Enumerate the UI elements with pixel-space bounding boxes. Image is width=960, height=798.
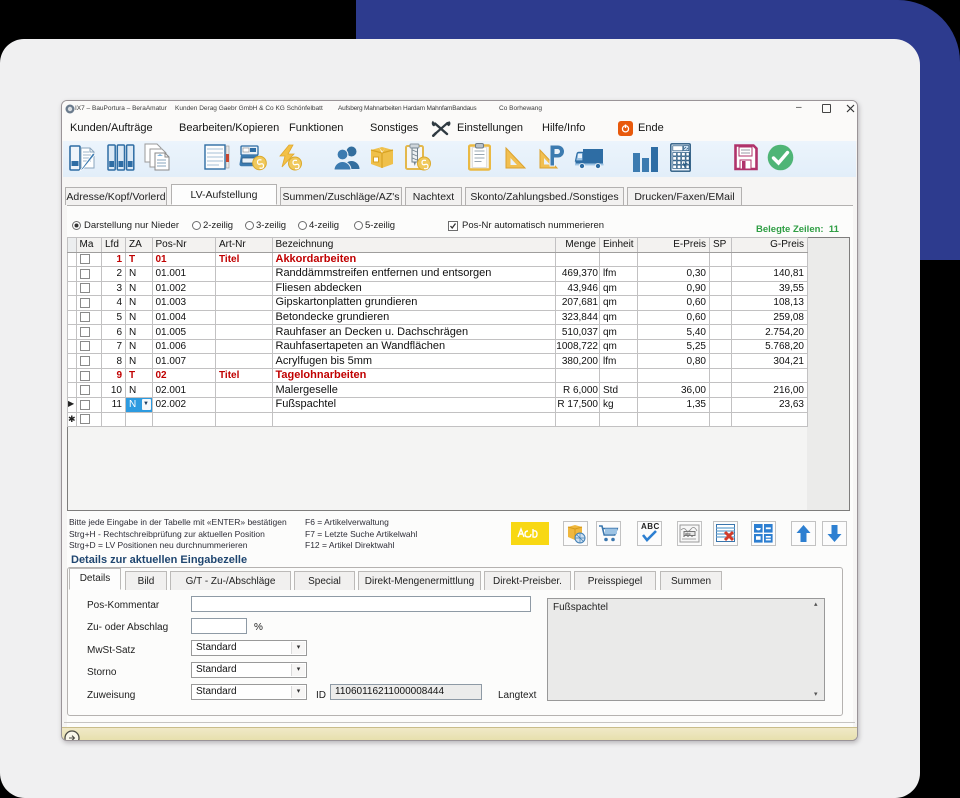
svg-text:abc: abc [685,532,691,536]
